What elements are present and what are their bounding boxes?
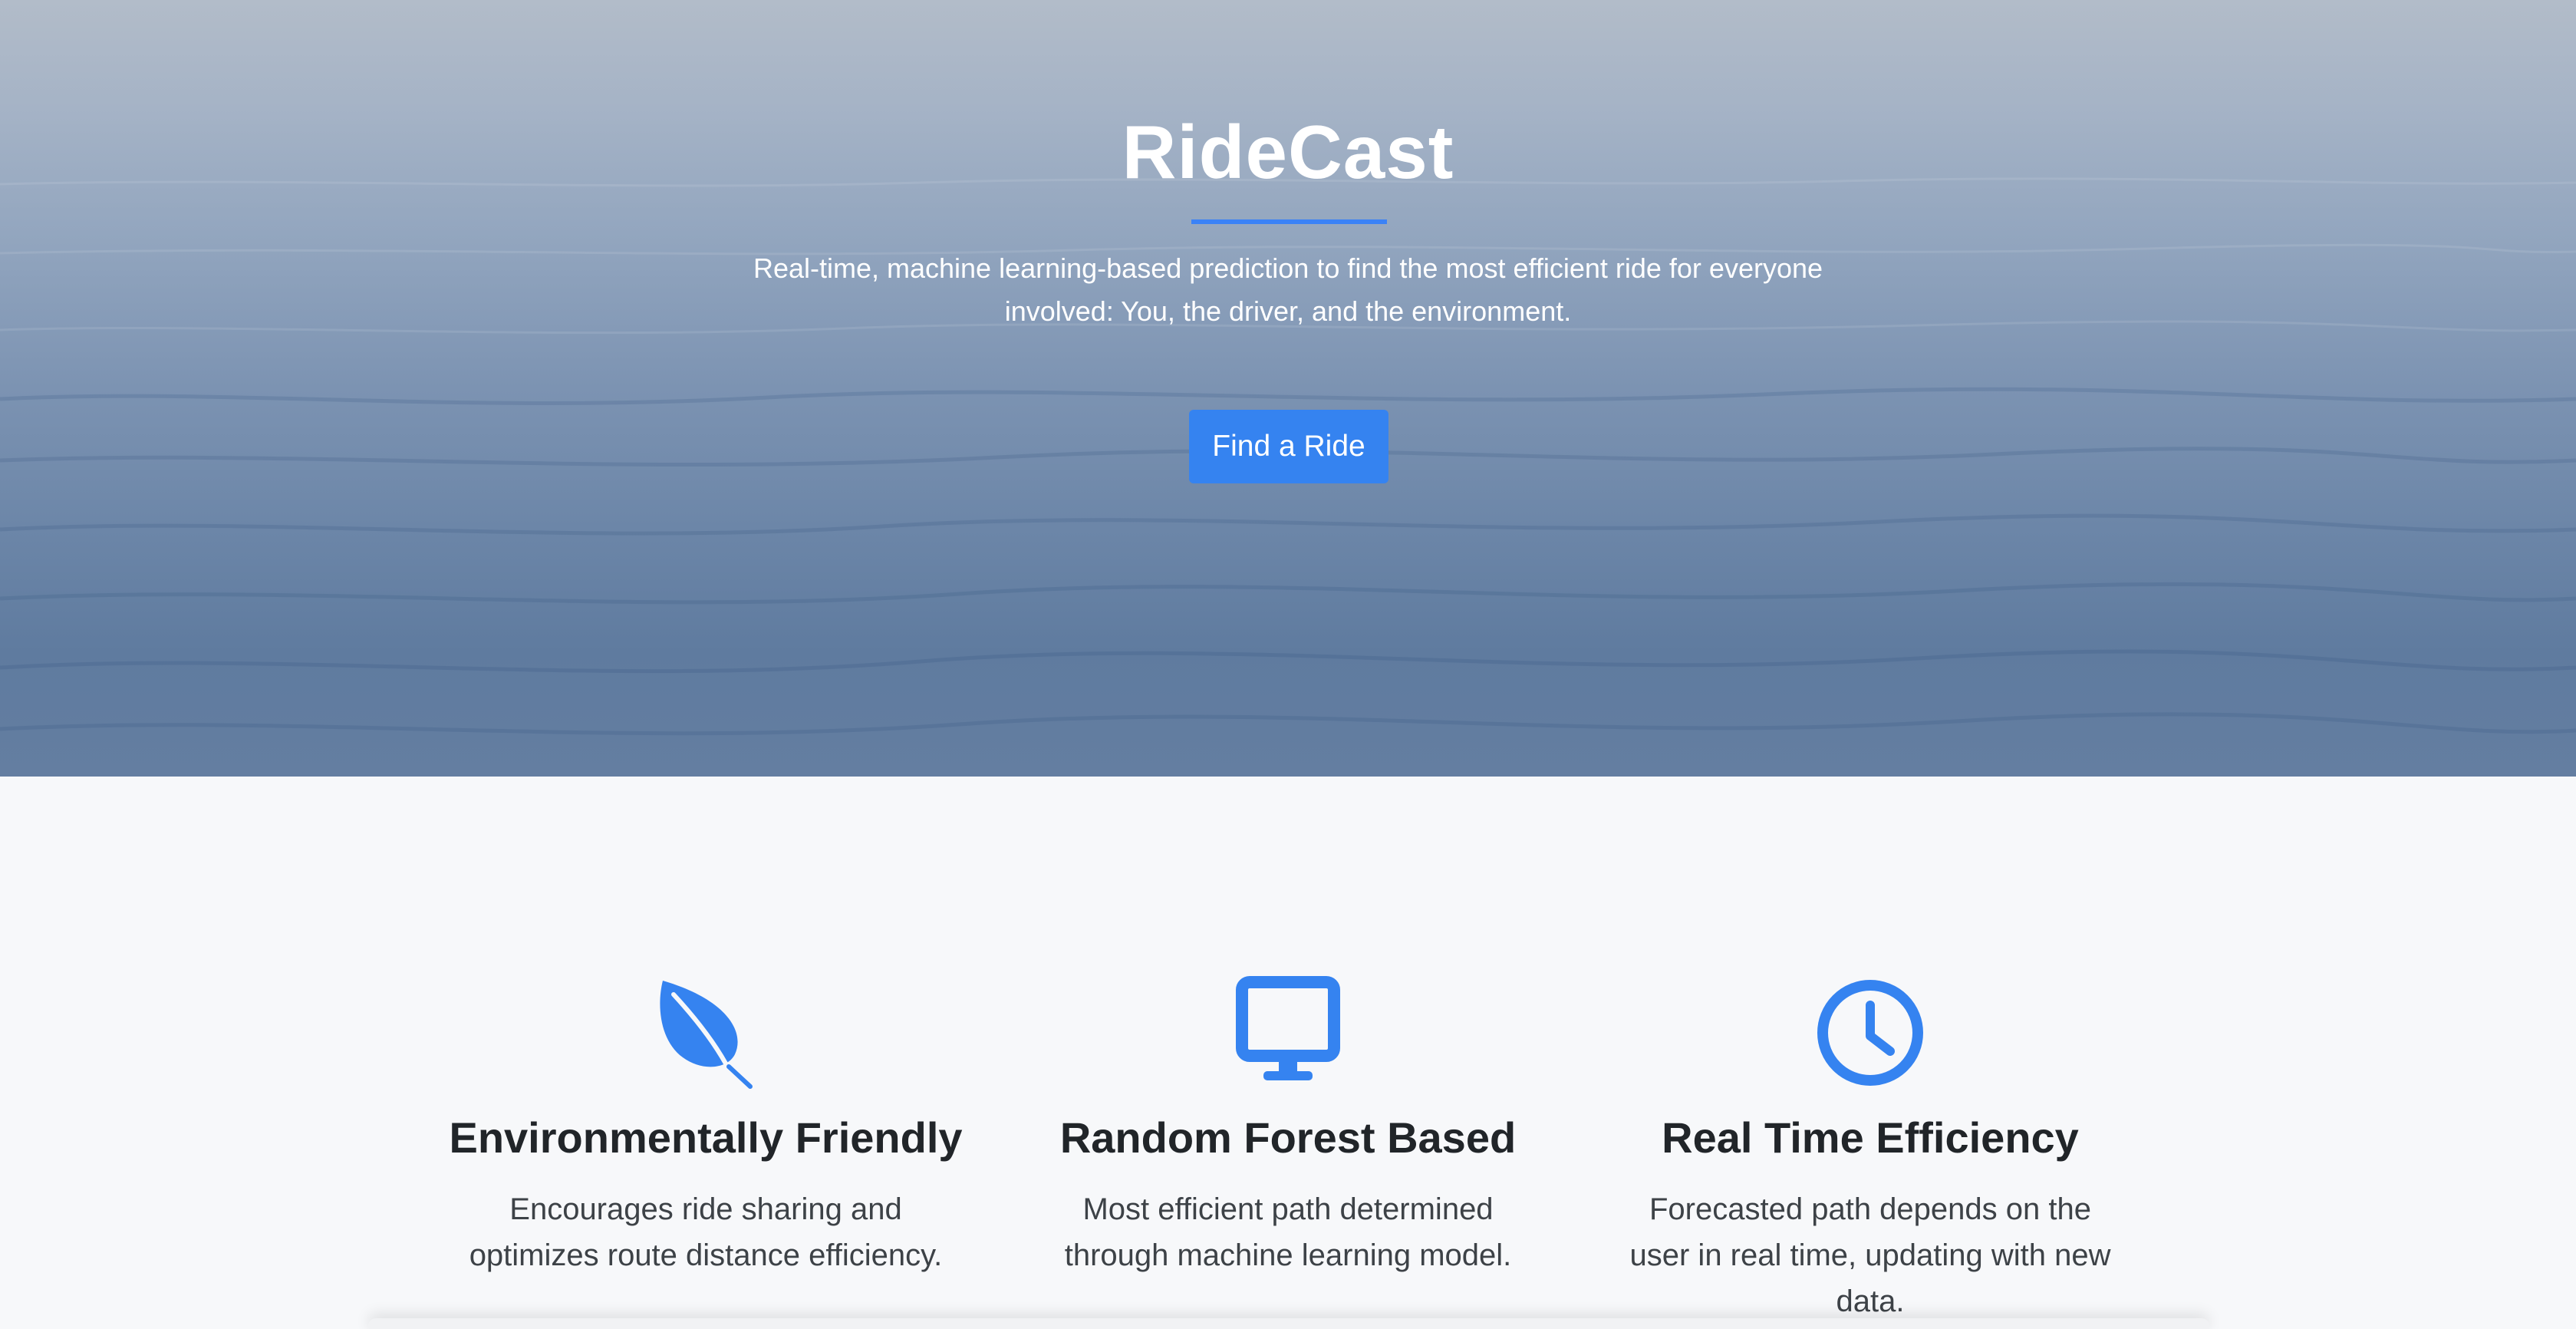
next-section-edge [368,1318,2209,1329]
feature-description: Encourages ride sharing and optimizes ro… [469,1192,943,1272]
page-title: RideCast [1122,110,1454,194]
clock-icon [1817,974,1924,1090]
find-a-ride-button[interactable]: Find a Ride [1189,410,1388,483]
feature-title: Random Forest Based [1059,1113,1517,1162]
title-divider [1191,219,1387,224]
feature-title: Environmentally Friendly [449,1113,963,1162]
desktop-monitor-icon [1234,974,1342,1090]
hero-section: RideCast Real-time, machine learning-bas… [0,0,2576,777]
feature-description: Most efficient path determined through m… [1064,1192,1512,1272]
feature-title: Real Time Efficiency [1662,1113,2079,1162]
landing-page: RideCast Real-time, machine learning-bas… [0,0,2576,1329]
feature-description: Forecasted path depends on the user in r… [1629,1192,2111,1318]
hero-subtitle: Real-time, machine learning-based predic… [753,252,1823,327]
leaf-icon [652,974,759,1090]
